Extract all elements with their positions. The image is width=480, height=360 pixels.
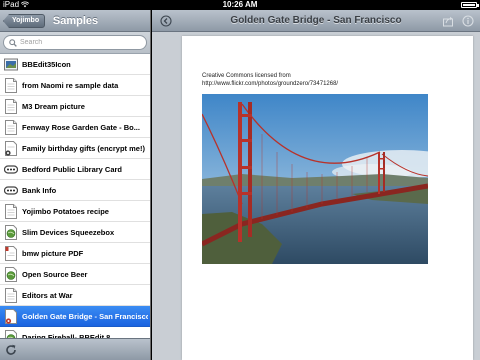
list-item-label: from Naomi re sample data xyxy=(22,81,119,90)
golden-gate-photo xyxy=(202,94,428,264)
sidebar-title: Samples xyxy=(52,15,99,27)
list-item-label: Bank Info xyxy=(22,186,57,195)
list-item[interactable]: from Naomi re sample data xyxy=(0,75,150,96)
list-item[interactable]: bmw picture PDF xyxy=(0,243,150,264)
list-item[interactable]: Slim Devices Squeezebox xyxy=(0,222,150,243)
share-icon[interactable] xyxy=(442,15,454,27)
detail-header: Golden Gate Bridge - San Francisco xyxy=(152,10,480,32)
list-item-label: bmw picture PDF xyxy=(22,249,84,258)
detail-title: Golden Gate Bridge - San Francisco xyxy=(230,15,402,26)
status-bar: iPad 10:26 AM xyxy=(0,0,480,10)
list-item-label: Editors at War xyxy=(22,291,73,300)
note-icon xyxy=(4,288,18,303)
detail-pane: Golden Gate Bridge - San Francisco Creat… xyxy=(152,10,480,360)
caption-line-1: Creative Commons licensed from xyxy=(202,73,291,79)
list-item[interactable]: Family birthday gifts (encrypt me!) xyxy=(0,138,150,159)
list-item-label: Yojimbo Potatoes recipe xyxy=(22,207,109,216)
list-item-label: Slim Devices Squeezebox xyxy=(22,228,115,237)
note-icon xyxy=(4,78,18,93)
document-page: Creative Commons licensed from http://ww… xyxy=(182,36,473,360)
search-icon xyxy=(9,39,17,47)
list-item[interactable]: Editors at War xyxy=(0,285,150,306)
list-item[interactable]: Bank Info xyxy=(0,180,150,201)
list-item[interactable]: BBEdit35Icon xyxy=(0,54,150,75)
search-bar xyxy=(0,32,150,54)
image-doc-icon xyxy=(4,309,18,324)
list-item[interactable]: Bedford Public Library Card xyxy=(0,159,150,180)
note-icon xyxy=(4,204,18,219)
web-archive-icon xyxy=(4,225,18,240)
list-item[interactable]: M3 Dream picture xyxy=(0,96,150,117)
list-item-label: Golden Gate Bridge - San Francisco xyxy=(22,312,148,321)
list-item[interactable]: Fenway Rose Garden Gate - Bo... xyxy=(0,117,150,138)
list-item-label: BBEdit35Icon xyxy=(22,60,71,69)
document-caption: Creative Commons licensed from http://ww… xyxy=(202,72,338,88)
sidebar-header: Yojimbo Samples xyxy=(0,10,150,32)
refresh-icon[interactable] xyxy=(4,343,18,357)
sidebar-footer xyxy=(0,338,150,360)
caption-line-2[interactable]: http://www.flickr.com/photos/groundzero/… xyxy=(202,80,338,88)
list-item[interactable]: Open Source Beer xyxy=(0,264,150,285)
list-item-label: M3 Dream picture xyxy=(22,102,85,111)
search-field[interactable] xyxy=(3,35,147,50)
list-item-label: Fenway Rose Garden Gate - Bo... xyxy=(22,123,140,132)
note-icon xyxy=(4,120,18,135)
battery-icon xyxy=(461,2,479,8)
password-icon xyxy=(3,183,19,198)
list-item[interactable]: Yojimbo Potatoes recipe xyxy=(0,201,150,222)
pdf-icon xyxy=(4,246,18,261)
note-icon xyxy=(4,99,18,114)
encrypted-note-icon xyxy=(4,141,18,156)
password-icon xyxy=(3,162,19,177)
list-item-label: Open Source Beer xyxy=(22,270,88,279)
list-item-label: Bedford Public Library Card xyxy=(22,165,123,174)
item-list: BBEdit35Icon from Naomi re sample data M3 … xyxy=(0,54,150,348)
image-icon xyxy=(4,57,18,72)
list-item-label: Family birthday gifts (encrypt me!) xyxy=(22,144,145,153)
clock: 10:26 AM xyxy=(222,0,258,9)
info-icon[interactable] xyxy=(462,15,474,27)
list-item[interactable]: Golden Gate Bridge - San Francisco xyxy=(0,306,150,327)
search-input[interactable] xyxy=(20,37,140,48)
web-archive-icon xyxy=(4,267,18,282)
sidebar: Yojimbo Samples BBEdit35Icon from Naomi r… xyxy=(0,10,151,360)
